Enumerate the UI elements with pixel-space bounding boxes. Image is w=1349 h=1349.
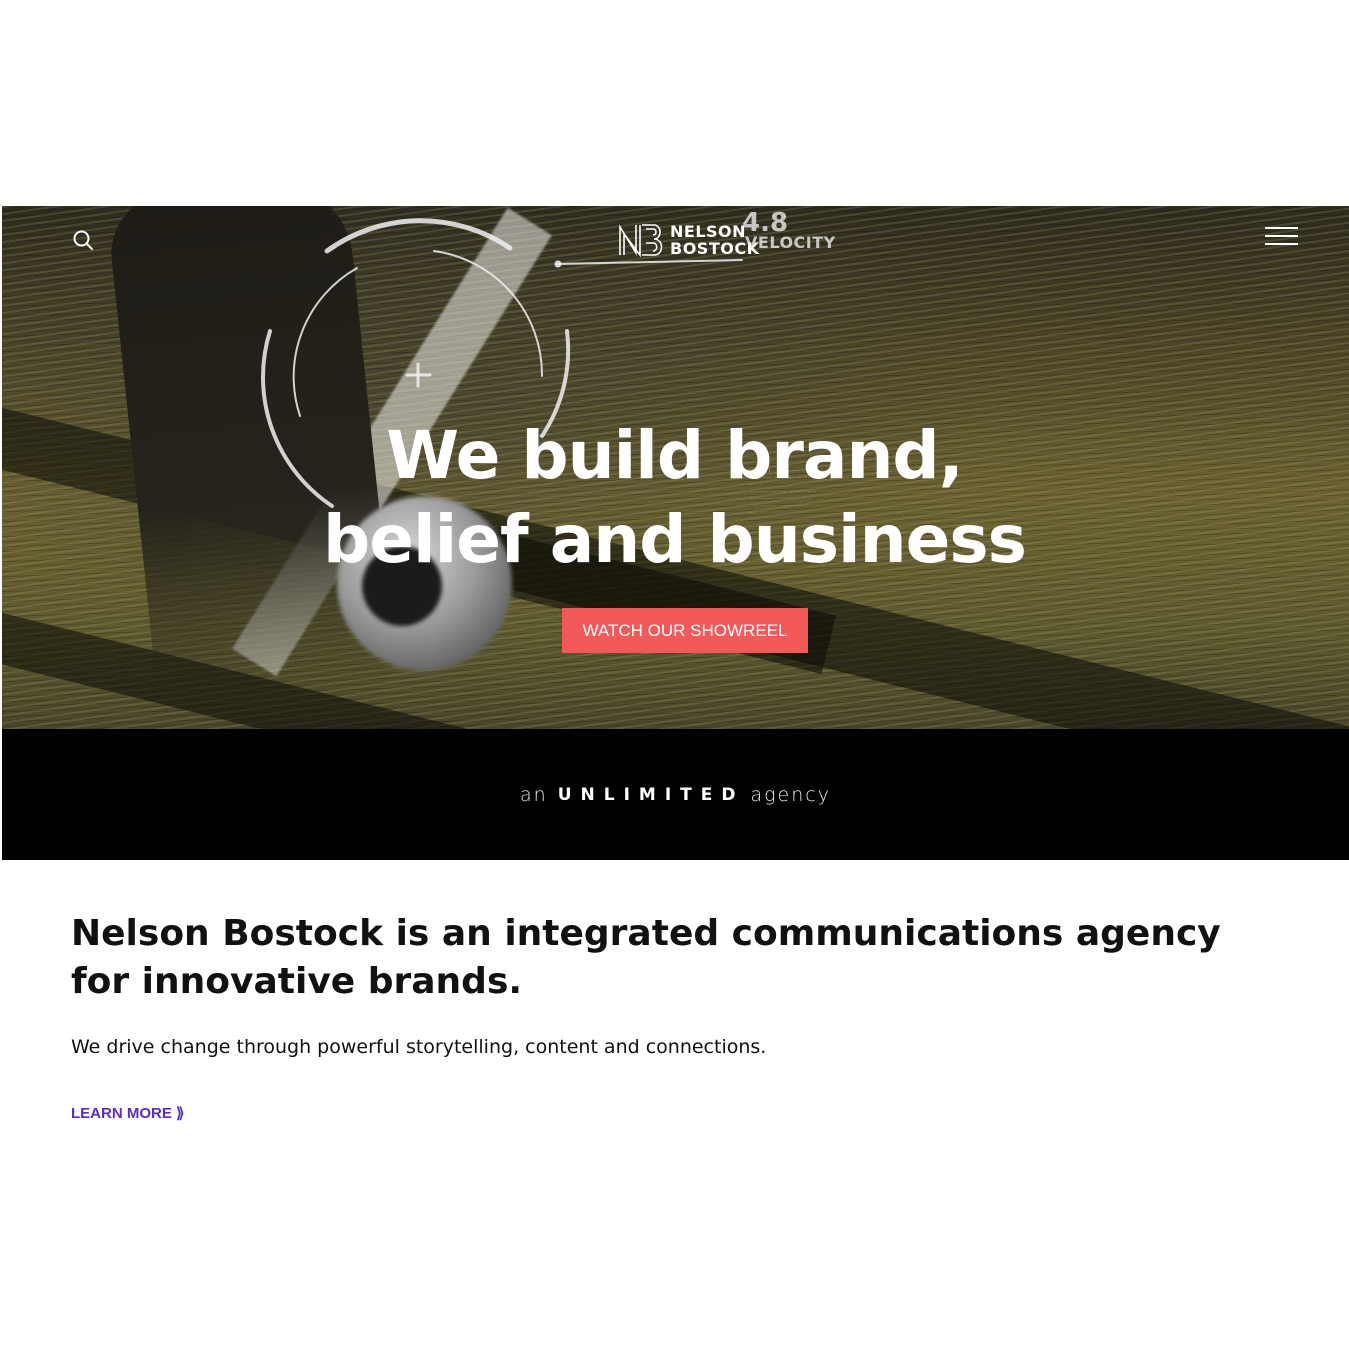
- search-icon: [73, 230, 93, 250]
- intro-text: We drive change through powerful storyte…: [71, 1036, 767, 1058]
- hamburger-menu-icon: [1265, 227, 1298, 229]
- band-suffix: agency: [750, 783, 831, 806]
- band-highlight: UNLIMITED: [557, 784, 745, 805]
- hamburger-menu-icon: [1265, 235, 1298, 237]
- unlimited-agency-band: an UNLIMITED agency: [2, 729, 1349, 860]
- hero-title-line-2: belief and business: [323, 501, 1027, 578]
- hero-title: We build brand, belief and business: [0, 414, 1349, 582]
- hamburger-menu-icon: [1265, 243, 1298, 245]
- intro-heading: Nelson Bostock is an integrated communic…: [71, 913, 1221, 1002]
- search-button[interactable]: [72, 229, 94, 251]
- watch-showreel-button[interactable]: WATCH OUR SHOWREEL: [562, 608, 808, 653]
- band-prefix: an: [520, 783, 548, 806]
- learn-more-link[interactable]: LEARN MORE ⟫: [71, 1104, 184, 1122]
- hud-velocity-readout: 4.8 VELOCITY: [742, 208, 836, 252]
- page: ----- ( --- -------- -- --- ------- ----…: [0, 0, 1349, 1349]
- double-chevron-right-icon: ⟫: [176, 1105, 185, 1122]
- nb-monogram-icon: [619, 224, 663, 258]
- hud-velocity-label: VELOCITY: [745, 233, 836, 252]
- hero-title-line-1: We build brand,: [386, 417, 964, 494]
- learn-more-label: LEARN MORE: [71, 1105, 172, 1122]
- site-logo[interactable]: NELSON BOSTOCK: [618, 222, 759, 258]
- menu-button[interactable]: [1265, 226, 1299, 248]
